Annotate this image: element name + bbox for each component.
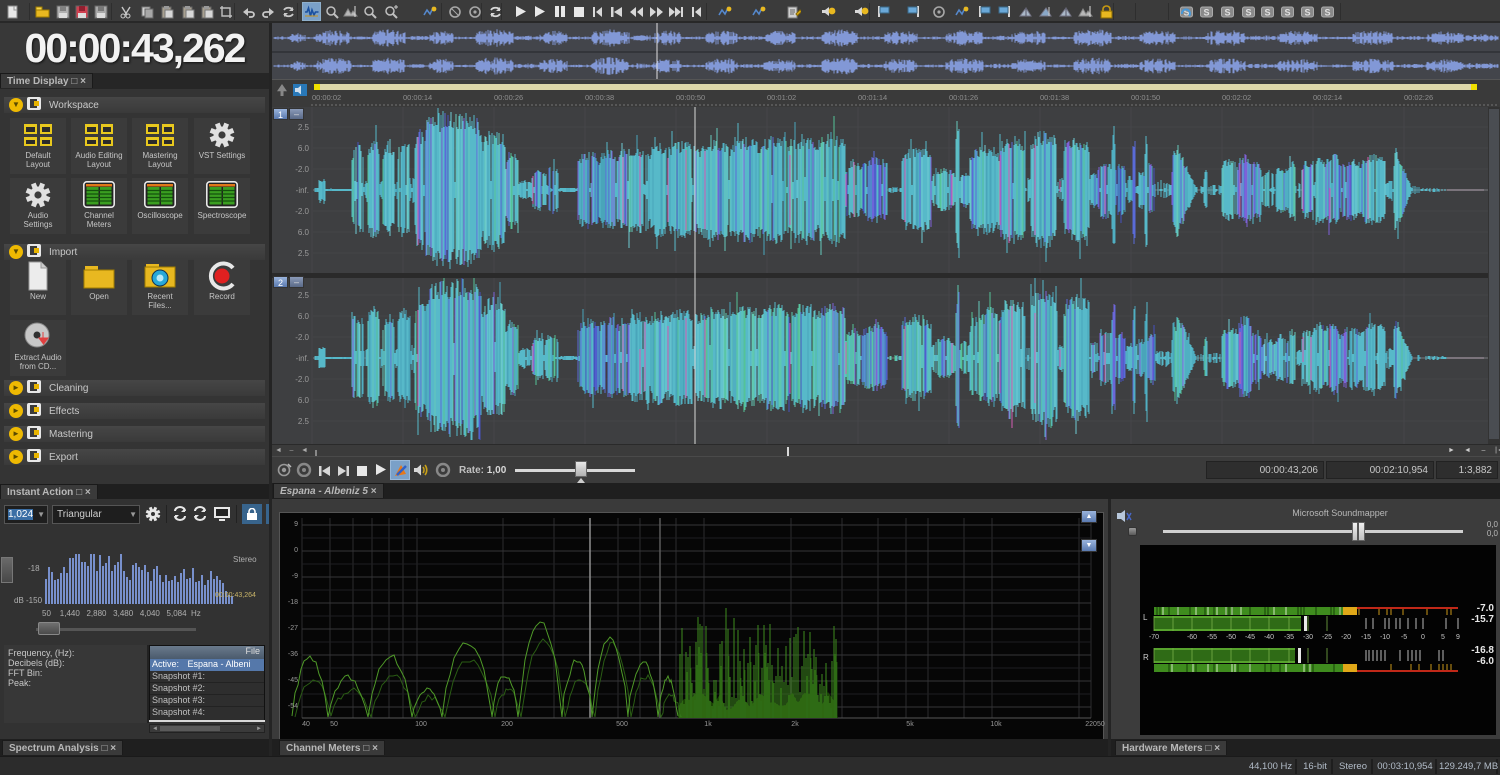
svg-text:S: S <box>1304 7 1310 17</box>
svg-text:S: S <box>1224 7 1230 17</box>
svg-text:S: S <box>1324 7 1330 17</box>
svg-text:S: S <box>1284 7 1290 17</box>
svg-text:S: S <box>1203 7 1209 17</box>
svg-text:S: S <box>1245 7 1251 17</box>
svg-text:S: S <box>1264 7 1270 17</box>
